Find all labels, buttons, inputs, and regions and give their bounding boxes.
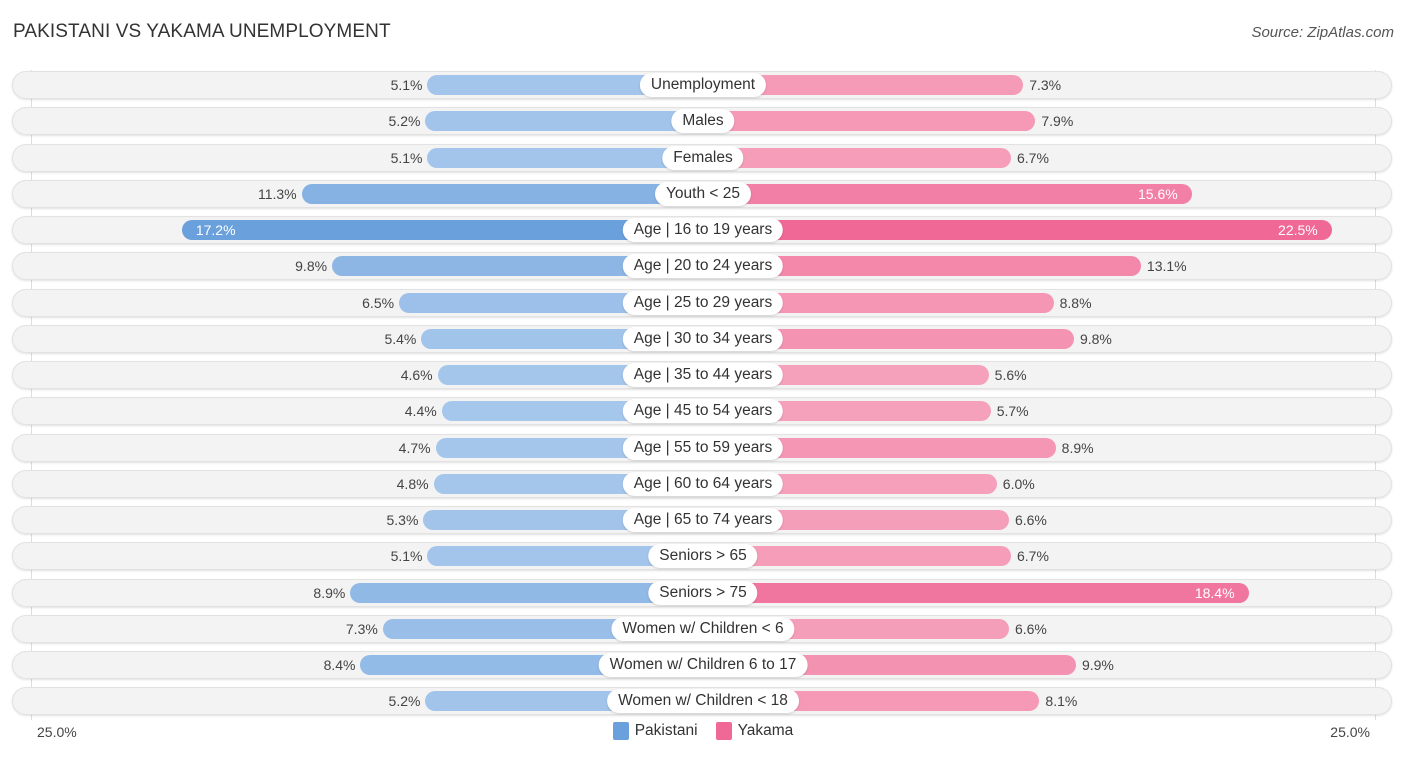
legend-swatch-yakama [715,722,732,740]
category-label: Males [671,109,735,134]
category-label: Age | 25 to 29 years [622,290,784,315]
category-label: Females [662,145,744,170]
bar-pakistani[interactable] [301,183,703,204]
value-label-pakistani: 17.2% [195,222,236,238]
value-label-yakama: 8.9% [1061,439,1094,456]
value-label-yakama: 6.0% [1002,475,1035,492]
value-label-pakistani: 8.4% [323,657,356,673]
value-label-pakistani: 8.9% [313,584,346,601]
category-label: Age | 60 to 64 years [622,471,784,496]
bar-yakama[interactable] [703,220,1332,240]
category-label: Youth < 25 [655,181,751,206]
category-label: Age | 16 to 19 years [622,218,784,242]
value-label-yakama: 6.6% [1014,512,1047,528]
value-label-pakistani: 5.2% [388,113,421,130]
bar-yakama[interactable] [703,582,1249,603]
bar-yakama[interactable] [703,147,1011,168]
value-label-pakistani: 5.1% [390,548,423,565]
value-label-pakistani: 4.6% [400,367,433,383]
legend-label-yakama: Yakama [737,722,794,739]
value-label-yakama: 18.4% [1194,584,1235,601]
category-label: Seniors > 65 [648,544,758,569]
value-label-yakama: 5.7% [996,403,1029,420]
category-label: Age | 20 to 24 years [622,254,784,279]
value-label-yakama: 7.9% [1041,113,1074,130]
value-label-pakistani: 4.8% [396,475,429,492]
value-label-yakama: 13.1% [1146,258,1187,275]
value-label-yakama: 5.6% [994,367,1027,383]
value-label-yakama: 6.7% [1017,149,1049,166]
value-label-pakistani: 4.7% [398,439,431,456]
category-label: Seniors > 75 [648,580,758,605]
value-label-pakistani: 7.3% [345,620,378,637]
category-label: Women w/ Children < 18 [607,689,799,714]
legend-swatch-pakistani [612,722,629,740]
bar-yakama[interactable] [703,111,1036,132]
value-label-yakama: 8.1% [1045,693,1078,710]
value-label-pakistani: 5.4% [384,330,417,347]
value-label-pakistani: 9.8% [295,258,328,275]
chart-area: 5.1% 7.3% Unemployment 5.2% 7.9% Males 5.1% 6.7… [0,0,1406,757]
value-label-pakistani: 6.5% [362,294,395,311]
category-label: Age | 55 to 59 years [622,435,784,460]
value-label-pakistani: 5.3% [386,512,419,528]
value-label-pakistani: 4.4% [404,403,437,420]
value-label-yakama: 22.5% [1278,222,1318,238]
category-label: Women w/ Children < 6 [611,616,795,641]
value-label-yakama: 6.6% [1014,620,1047,637]
category-label: Age | 45 to 54 years [622,399,784,424]
value-label-yakama: 6.7% [1017,548,1049,565]
legend: Pakistani Yakama [0,722,1406,740]
category-label: Age | 30 to 34 years [622,326,784,351]
value-label-yakama: 15.6% [1137,185,1178,202]
legend-item-yakama[interactable]: Yakama [715,722,794,740]
value-label-pakistani: 5.2% [388,693,421,710]
category-label: Age | 65 to 74 years [622,508,784,532]
value-label-yakama: 9.9% [1081,657,1114,673]
bar-pakistani[interactable] [425,111,703,132]
value-label-yakama: 7.3% [1029,77,1062,93]
value-label-yakama: 8.8% [1059,294,1092,311]
legend-label-pakistani: Pakistani [634,722,698,739]
value-label-pakistani: 5.1% [390,149,423,166]
legend-item-pakistani[interactable]: Pakistani [612,722,698,740]
value-label-yakama: 9.8% [1079,330,1112,347]
category-label: Women w/ Children 6 to 17 [598,653,808,677]
category-label: Unemployment [639,73,767,97]
bar-yakama[interactable] [703,183,1192,204]
value-label-pakistani: 11.3% [257,185,297,202]
value-label-pakistani: 5.1% [390,77,423,93]
category-label: Age | 35 to 44 years [622,363,784,387]
